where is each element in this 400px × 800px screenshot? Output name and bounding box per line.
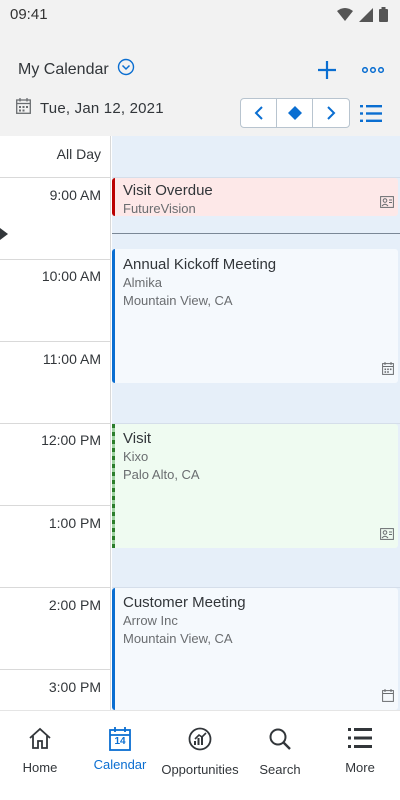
plus-icon [318,61,336,79]
battery-icon [379,7,388,27]
time-label: 9:00 AM [49,187,101,203]
visit-contact-icon [380,527,394,545]
previous-day-button[interactable] [241,99,277,127]
event-visit[interactable]: Visit Kixo Palo Alto, CA [112,424,398,548]
menu-list-icon [348,727,372,754]
status-icons [337,7,388,27]
calendar-day-icon: 14 [109,727,131,751]
wifi-icon [337,7,353,27]
nav-home[interactable]: Home [0,711,80,800]
nav-more[interactable]: More [320,711,400,800]
current-time-marker-icon [0,228,8,240]
event-title: Visit Overdue [123,182,213,199]
hour-divider [0,587,111,588]
calendar-icon [16,98,31,119]
date-picker[interactable]: Tue, Jan 12, 2021 [16,98,164,119]
event-annual-kickoff-meeting[interactable]: Annual Kickoff Meeting Almika Mountain V… [112,249,398,383]
date-navigation [240,98,350,128]
nav-label: Search [259,762,301,777]
nav-label: More [345,760,375,775]
status-bar: 09:41 [0,0,400,30]
hour-divider [0,177,111,178]
event-location: Mountain View, CA [123,293,233,308]
event-title: Visit [123,430,152,447]
calendar-day-number: 14 [114,736,126,747]
event-account: Almika [123,275,163,290]
time-label: 2:00 PM [48,597,101,613]
header-actions [314,57,386,83]
time-column: All Day 9:00 AM 10:00 AM 11:00 AM 12:00 … [0,136,111,710]
nav-calendar[interactable]: 14 Calendar [80,711,160,800]
app-header: My Calendar Tue, Jan 12, 2021 [0,30,400,136]
hour-divider [0,423,111,424]
nav-opportunities[interactable]: Opportunities [160,711,240,800]
cellular-signal-icon [359,7,373,27]
event-account: FutureVision [123,201,196,216]
day-view[interactable]: All Day 9:00 AM 10:00 AM 11:00 AM 12:00 … [0,136,400,710]
search-icon [268,727,292,756]
events-column[interactable]: Visit Overdue FutureVision Annual Kickof… [112,136,400,710]
chevron-left-icon [254,106,263,120]
current-time-line [112,233,400,234]
event-title: Customer Meeting [123,594,246,611]
event-title: Annual Kickoff Meeting [123,256,277,273]
all-day-label: All Day [56,146,101,162]
overflow-dots-icon [362,67,384,73]
time-label: 1:00 PM [48,515,101,531]
nav-search[interactable]: Search [240,711,320,800]
selected-date: Tue, Jan 12, 2021 [40,100,164,117]
half-hour-divider [0,341,111,342]
hour-divider [0,259,111,260]
calendar-selector[interactable]: My Calendar [18,58,135,81]
event-visit-overdue[interactable]: Visit Overdue FutureVision [112,178,398,216]
next-day-button[interactable] [313,99,349,127]
event-customer-meeting[interactable]: Customer Meeting Arrow Inc Mountain View… [112,588,398,710]
page-title: My Calendar [18,60,109,78]
today-button[interactable] [277,99,313,127]
nav-label: Home [22,760,58,775]
more-options-button[interactable] [360,57,386,83]
time-label: 11:00 AM [42,351,101,367]
opportunities-chart-icon [188,727,212,756]
home-icon [28,727,52,754]
bottom-navigation: Home 14 Calendar Opportunities Search Mo… [0,710,400,800]
visit-contact-icon [380,195,394,213]
diamond-icon [287,106,302,120]
time-label: 12:00 PM [41,432,101,448]
add-button[interactable] [314,57,340,83]
nav-label: Opportunities [161,762,239,777]
hour-divider [0,505,111,506]
appointment-calendar-icon [382,689,394,707]
event-location: Mountain View, CA [123,631,233,646]
event-account: Kixo [123,449,149,464]
list-view-button[interactable] [358,100,384,126]
chevron-right-icon [327,106,336,120]
appointment-calendar-icon [382,362,394,380]
event-account: Arrow Inc [123,613,178,628]
status-time: 09:41 [10,6,48,23]
chevron-down-circle-icon[interactable] [117,58,135,81]
time-label: 10:00 AM [41,268,101,284]
list-icon [360,104,382,122]
nav-label: Calendar [93,757,147,772]
event-location: Palo Alto, CA [123,467,200,482]
time-label: 3:00 PM [48,679,101,695]
hour-divider [0,669,111,670]
